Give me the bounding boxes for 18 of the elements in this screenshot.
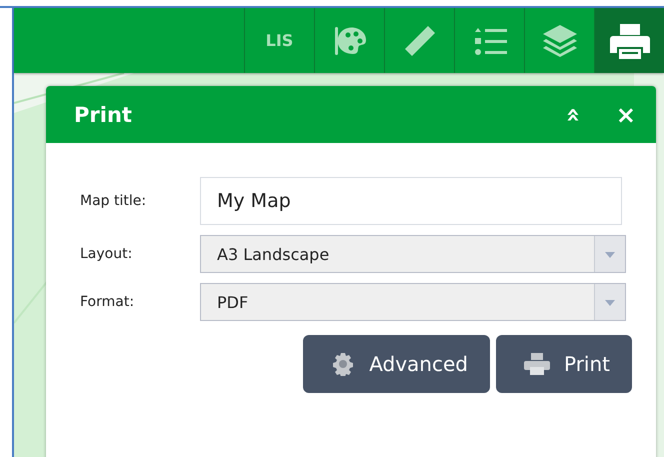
advanced-button[interactable]: Advanced bbox=[303, 335, 490, 393]
print-button[interactable]: Print bbox=[496, 335, 632, 393]
ruler-icon bbox=[402, 24, 436, 58]
printer-icon bbox=[524, 353, 550, 375]
select-field[interactable]: PDF bbox=[200, 283, 626, 321]
layers-icon bbox=[542, 24, 578, 58]
panel-title: Print bbox=[74, 102, 133, 126]
list-icon bbox=[472, 26, 506, 56]
field-label: Layout: bbox=[80, 246, 134, 262]
gear-icon bbox=[331, 352, 356, 376]
map-title-field[interactable]: My Map bbox=[200, 177, 622, 225]
printer-icon bbox=[610, 22, 650, 60]
select-field[interactable]: A3 Landscape bbox=[200, 235, 626, 273]
caret-icon bbox=[594, 236, 625, 272]
caret-icon bbox=[594, 284, 625, 320]
field-label: Format: bbox=[80, 294, 136, 310]
printer-tool-button[interactable] bbox=[594, 8, 664, 73]
field-label: Map title: bbox=[80, 193, 148, 209]
